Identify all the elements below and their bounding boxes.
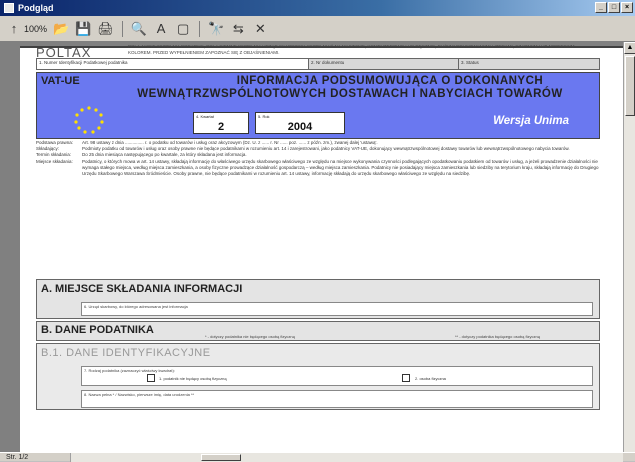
toolbar-separator	[121, 20, 123, 37]
preview-window: Podgląd _ □ × ↑ 100% 📂 💾 🖨 🔍 A ▢ 🔭 ⇆ ✕ P…	[0, 0, 635, 462]
form-code: VAT-UE	[41, 75, 80, 87]
app-icon	[4, 3, 14, 13]
legal-info: Podstawa prawna: Art. 98 ustawy z dnia .…	[36, 140, 600, 177]
quarter-value: 2	[217, 121, 225, 133]
section-a: A. MIEJSCE SKŁADANIA INFORMACJI 6. Urząd…	[36, 279, 600, 319]
page-icon[interactable]: ▢	[175, 20, 191, 38]
taxpayer-name-field[interactable]: 8. Nazwa pełna * / Nazwisko, pierwsze im…	[81, 390, 593, 408]
taxpayer-type-checkbox-1[interactable]	[147, 374, 155, 382]
nip-field[interactable]: 1. Numer Identyfikacji Podatkowej podatn…	[37, 59, 309, 69]
close-window-button[interactable]: ×	[621, 2, 633, 13]
info-label: Miejsce składania:	[36, 158, 73, 164]
title-bar: Podgląd _ □ ×	[0, 0, 635, 16]
quarter-field[interactable]: 4. Kwartał 2	[193, 112, 249, 134]
form-title-line-2: WEWNĄTRZWSPÓLNOTOWYCH DOSTAWACH I NABYCI…	[137, 88, 563, 100]
vertical-scrollbar[interactable]: ▲	[623, 42, 635, 452]
close-icon[interactable]: ✕	[252, 20, 268, 38]
toolbar: ↑ 100% 📂 💾 🖨 🔍 A ▢ 🔭 ⇆ ✕	[0, 16, 635, 42]
form-title-line-1: INFORMACJA PODSUMOWUJĄCA O DOKONANYCH	[236, 75, 544, 87]
year-label: 5. Rok	[258, 114, 270, 119]
page-indicator: Str. 1/2	[6, 453, 29, 461]
horizontal-scroll-thumb[interactable]	[201, 454, 241, 461]
minimize-button[interactable]: _	[595, 2, 607, 13]
form-banner: VAT-UE INFORMACJA PODSUMOWUJĄCA O DOKONA…	[36, 72, 600, 139]
toolbar-separator	[199, 20, 201, 37]
maximize-button[interactable]: □	[608, 2, 620, 13]
section-b-note-2: ** - dotyczy podatnika będącego osobą fi…	[455, 334, 540, 339]
vertical-scroll-thumb[interactable]	[625, 56, 635, 116]
quarter-label: 4. Kwartał	[196, 114, 214, 119]
taxpayer-type-field: 7. Rodzaj podatnika (zaznaczyć właściwy …	[81, 366, 593, 386]
preview-icon[interactable]: 🔍	[131, 20, 147, 38]
tax-office-field[interactable]: 6. Urząd skarbowy, do którego adresowana…	[81, 302, 593, 316]
status-bar: Str. 1/2	[0, 452, 635, 462]
print-icon[interactable]: 🖨	[97, 20, 114, 38]
status-field: 3. Status	[459, 59, 599, 69]
document-number-field: 2. Nr dokumentu	[309, 59, 459, 69]
zoom-level[interactable]: 100%	[24, 24, 47, 34]
binoculars-icon[interactable]: 🔭	[208, 20, 224, 38]
eu-stars-icon	[74, 106, 104, 134]
window-controls: _ □ ×	[595, 2, 633, 13]
info-text: Podatnicy, o których mowa w art. 14 usta…	[82, 158, 599, 177]
header-fields-row: 1. Numer Identyfikacji Podatkowej podatn…	[36, 58, 600, 70]
section-b-note-1: * - dotyczy podatnika nie będącego osobą…	[205, 334, 295, 339]
section-a-title: A. MIEJSCE SKŁADANIA INFORMACJI	[41, 283, 243, 295]
pdf-icon[interactable]: A	[153, 20, 169, 38]
section-b: B. DANE PODATNIKA * - dotyczy podatnika …	[36, 321, 600, 341]
section-b1-title: B.1. DANE IDENTYFIKACYJNE	[41, 347, 211, 359]
version-label: Wersja Unima	[493, 115, 569, 127]
section-b1: B.1. DANE IDENTYFIKACYJNE 7. Rodzaj poda…	[36, 343, 600, 410]
window-title: Podgląd	[18, 3, 54, 13]
taxpayer-type-label: 7. Rodzaj podatnika (zaznaczyć właściwy …	[84, 368, 175, 373]
taxpayer-type-option-2: 2. osoba fizyczna	[415, 376, 446, 381]
taxpayer-type-checkbox-2[interactable]	[402, 374, 410, 382]
save-icon[interactable]: 💾	[75, 20, 91, 38]
zoom-icon[interactable]: ↑	[6, 20, 22, 38]
arrows-icon[interactable]: ⇆	[230, 20, 246, 38]
info-row: Miejsce składania: Podatnicy, o których …	[36, 159, 600, 178]
year-value: 2004	[287, 121, 313, 133]
poltax-instructions: POLA JASNE WYPEŁNIA PODATNIK, POLA CIEMN…	[128, 44, 575, 55]
scroll-up-arrow-icon[interactable]: ▲	[624, 42, 635, 54]
open-icon[interactable]: 📂	[53, 20, 69, 38]
taxpayer-type-option-1: 1. podatnik nie będący osobą fizyczną	[159, 376, 227, 381]
year-field[interactable]: 5. Rok 2004	[255, 112, 345, 134]
